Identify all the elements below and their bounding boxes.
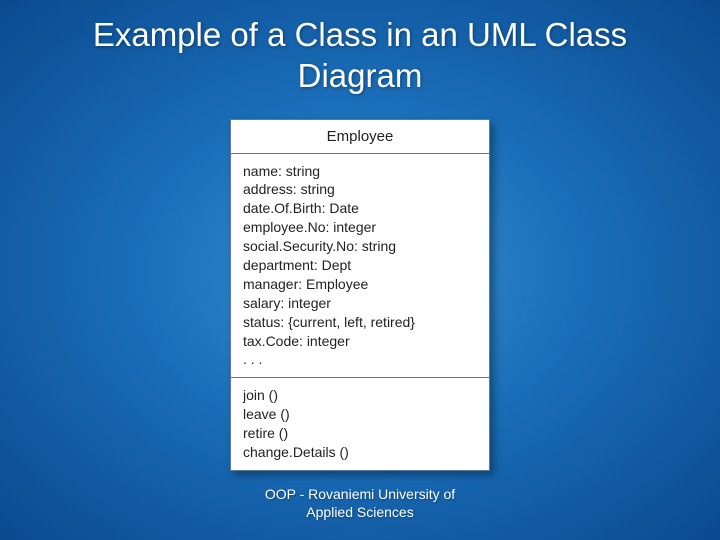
uml-op: leave () — [243, 405, 477, 424]
uml-attr: address: string — [243, 180, 477, 199]
uml-attr: salary: integer — [243, 294, 477, 313]
uml-class-name: Employee — [231, 120, 489, 154]
uml-attr: manager: Employee — [243, 275, 477, 294]
footer-line: OOP - Rovaniemi University of — [0, 485, 720, 503]
uml-attr: name: string — [243, 162, 477, 181]
uml-attr: . . . — [243, 350, 477, 369]
uml-attributes: name: string address: string date.Of.Bir… — [231, 154, 489, 379]
slide-title: Example of a Class in an UML Class Diagr… — [0, 0, 720, 105]
uml-attr: social.Security.No: string — [243, 237, 477, 256]
uml-attr: department: Dept — [243, 256, 477, 275]
uml-attr: employee.No: integer — [243, 218, 477, 237]
uml-op: retire () — [243, 424, 477, 443]
uml-attr: date.Of.Birth: Date — [243, 199, 477, 218]
uml-attr: tax.Code: integer — [243, 332, 477, 351]
uml-operations: join () leave () retire () change.Detail… — [231, 378, 489, 470]
slide-footer: OOP - Rovaniemi University of Applied Sc… — [0, 485, 720, 521]
uml-attr: status: {current, left, retired} — [243, 313, 477, 332]
uml-class-box: Employee name: string address: string da… — [230, 119, 490, 471]
uml-op: change.Details () — [243, 443, 477, 462]
uml-op: join () — [243, 386, 477, 405]
uml-container: Employee name: string address: string da… — [0, 119, 720, 471]
footer-line: Applied Sciences — [0, 503, 720, 521]
